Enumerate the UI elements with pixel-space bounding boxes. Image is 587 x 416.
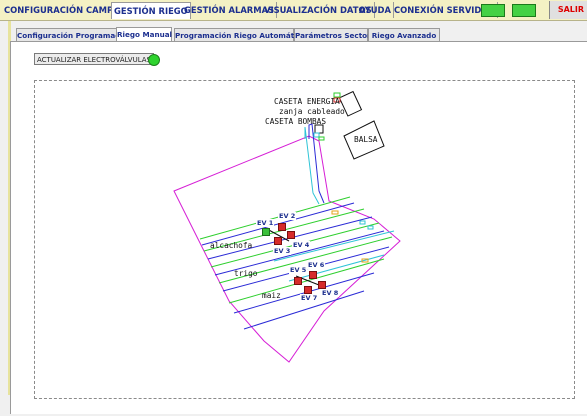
valve-ev4-icon[interactable] (287, 231, 295, 239)
valve-ev8-label[interactable]: EV 8 (321, 289, 340, 297)
sensor-marker (359, 220, 366, 225)
sensor-marker (313, 132, 320, 138)
valve-ev6-icon[interactable] (309, 271, 317, 279)
access-path-inner (304, 126, 320, 205)
exit-button[interactable]: SALIR (549, 1, 587, 19)
top-menu-bar: CONFIGURACIÓN CAMPO GESTIÓN RIEGO GESTIÓ… (0, 0, 587, 21)
valve-ev2-icon[interactable] (278, 223, 286, 231)
valve-ev3-label[interactable]: EV 3 (273, 247, 292, 255)
sensor-marker (318, 136, 325, 141)
tab-riego-avanzado[interactable]: Riego Avanzado (368, 28, 440, 42)
valve-ev6-label[interactable]: EV 6 (307, 261, 326, 269)
valve-ev4-label[interactable]: EV 4 (292, 241, 311, 249)
label-crop-trigo: trigo (234, 269, 258, 278)
valve-ev7-icon[interactable] (304, 286, 312, 294)
label-balsa: BALSA (354, 135, 378, 144)
valve-ev5-icon[interactable] (294, 277, 302, 285)
update-status-led (148, 54, 160, 66)
sensor-marker (367, 225, 374, 230)
valve-ev2-label[interactable]: EV 2 (278, 212, 297, 220)
caseta-bombas-building (314, 124, 324, 134)
menu-gestion-riego[interactable]: GESTIÓN RIEGO (111, 2, 191, 19)
menu-configuracion-campo[interactable]: CONFIGURACIÓN CAMPO (2, 2, 124, 18)
valve-ev1-icon[interactable] (262, 228, 270, 236)
field-plan-drawing: CASETA ENERGIA zanja cableado CASETA BOM… (34, 81, 575, 398)
update-valves-button[interactable]: ACTUALIZAR ELECTROVÁLVULAS (34, 53, 154, 65)
access-path-outer (308, 123, 325, 204)
label-caseta-bombas: CASETA BOMBAS (265, 117, 327, 126)
valve-ev3-icon[interactable] (274, 237, 282, 245)
connection-led-2 (512, 4, 536, 17)
label-caseta-energia: CASETA ENERGIA (274, 97, 340, 106)
valve-ev5-label[interactable]: EV 5 (289, 266, 308, 274)
menu-ayuda[interactable]: AYUDA (357, 2, 394, 18)
connection-led-1 (481, 4, 505, 17)
field-plan-svg (173, 90, 401, 363)
valve-ev1-label[interactable]: EV 1 (256, 219, 275, 227)
label-crop-alcachofa: alcachofa (210, 241, 253, 250)
valve-ev7-label[interactable]: EV 7 (300, 294, 319, 302)
label-zanja-cableado: zanja cableado (279, 107, 345, 116)
valve-ev8-icon[interactable] (318, 281, 326, 289)
sensor-marker (331, 210, 339, 215)
tab-riego-manual[interactable]: Riego Manual (116, 27, 172, 42)
label-crop-maiz: maiz (262, 291, 281, 300)
tab-programacion-riego-automatico[interactable]: Programación Riego Automático (174, 28, 306, 42)
tab-parametros-sector[interactable]: Parámetros Sector (294, 28, 371, 42)
tab-configuracion-programador[interactable]: Configuración Programador (16, 28, 129, 42)
